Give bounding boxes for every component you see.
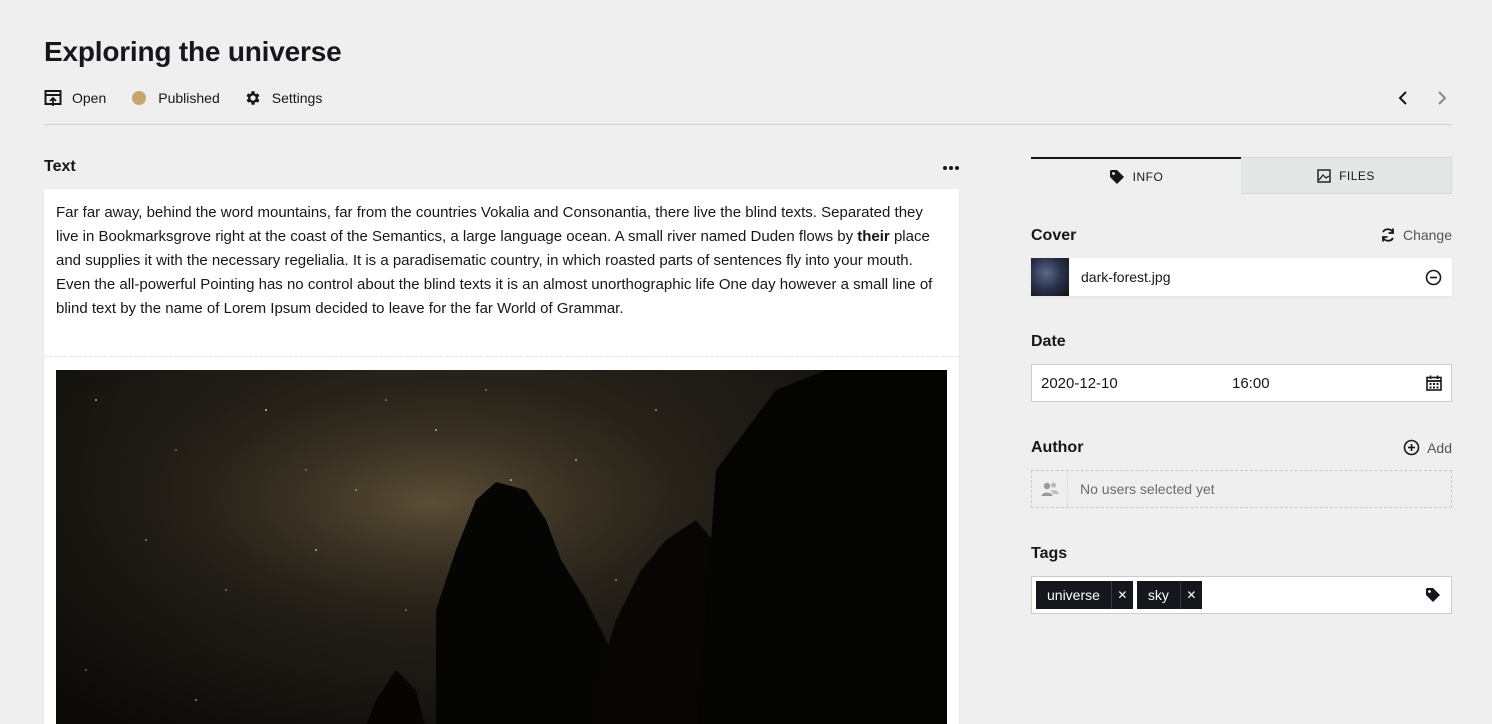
users-icon [1032,471,1068,507]
tag-icon [1109,169,1125,185]
prev-next-nav [1374,88,1452,108]
change-cover-button[interactable]: Change [1380,227,1452,243]
header-divider [44,124,1452,125]
tags-input[interactable]: universe ✕ sky ✕ [1031,576,1452,614]
time-input[interactable] [1232,374,1312,392]
settings-label: Settings [271,90,323,106]
add-author-button[interactable]: Add [1403,439,1452,456]
add-label: Add [1427,439,1452,456]
page-title: Exploring the universe [44,36,342,67]
paragraph-text-before: Far far away, behind the word mountains,… [56,204,923,245]
tab-info[interactable]: INFO [1031,157,1241,194]
editor-image-night-sky[interactable] [56,370,947,724]
status-button[interactable]: Published [130,89,220,107]
cover-label: Cover [1031,227,1077,244]
date-label: Date [1031,333,1066,350]
tag-chip-label: sky [1147,587,1169,603]
no-users-message: No users selected yet [1080,481,1215,497]
status-dot-icon [130,89,148,107]
sidebar-tabs: INFO FILES [1031,157,1452,194]
image-icon [1317,168,1331,183]
status-label: Published [158,90,220,106]
tab-files[interactable]: FILES [1241,157,1452,194]
cover-file[interactable]: dark-forest.jpg [1031,258,1452,296]
tab-files-label: FILES [1339,168,1375,183]
night-forest-illustration [56,370,947,724]
open-icon [44,89,62,107]
tag-icon [1425,587,1441,608]
paragraph-text-bold: their [857,228,890,245]
tag-chip[interactable]: universe ✕ [1036,581,1133,609]
cover-thumbnail [1031,258,1069,296]
page: Exploring the universe Open Published Se… [0,0,1492,724]
tab-info-label: INFO [1132,169,1164,184]
more-options-icon[interactable] [940,160,962,176]
chevron-left-icon[interactable] [1393,88,1413,108]
remove-tag-icon[interactable]: ✕ [1110,581,1133,609]
open-button[interactable]: Open [44,89,106,107]
text-editor[interactable]: Far far away, behind the word mountains,… [44,189,959,724]
remove-tag-icon[interactable]: ✕ [1179,581,1202,609]
calendar-icon[interactable] [1426,375,1442,396]
chevron-right-icon[interactable] [1432,88,1452,108]
header-toolbar: Open Published Settings [44,88,346,108]
open-label: Open [72,90,107,106]
date-time-field [1031,364,1452,402]
text-section-label: Text [44,158,76,175]
status-dot [132,91,147,105]
author-empty-state[interactable]: No users selected yet [1031,470,1452,508]
gear-icon [244,89,262,107]
refresh-icon [1380,227,1396,243]
date-input[interactable] [1041,374,1221,392]
remove-circle-icon[interactable] [1425,269,1442,291]
author-label: Author [1031,439,1084,456]
add-circle-icon [1403,439,1420,456]
tags-label: Tags [1031,545,1068,562]
editor-paragraph[interactable]: Far far away, behind the word mountains,… [44,189,959,357]
settings-button[interactable]: Settings [244,89,323,107]
tag-chip-label: universe [1047,587,1100,603]
change-label: Change [1402,227,1452,243]
cover-filename: dark-forest.jpg [1081,269,1171,285]
tag-chip[interactable]: sky ✕ [1136,581,1202,609]
